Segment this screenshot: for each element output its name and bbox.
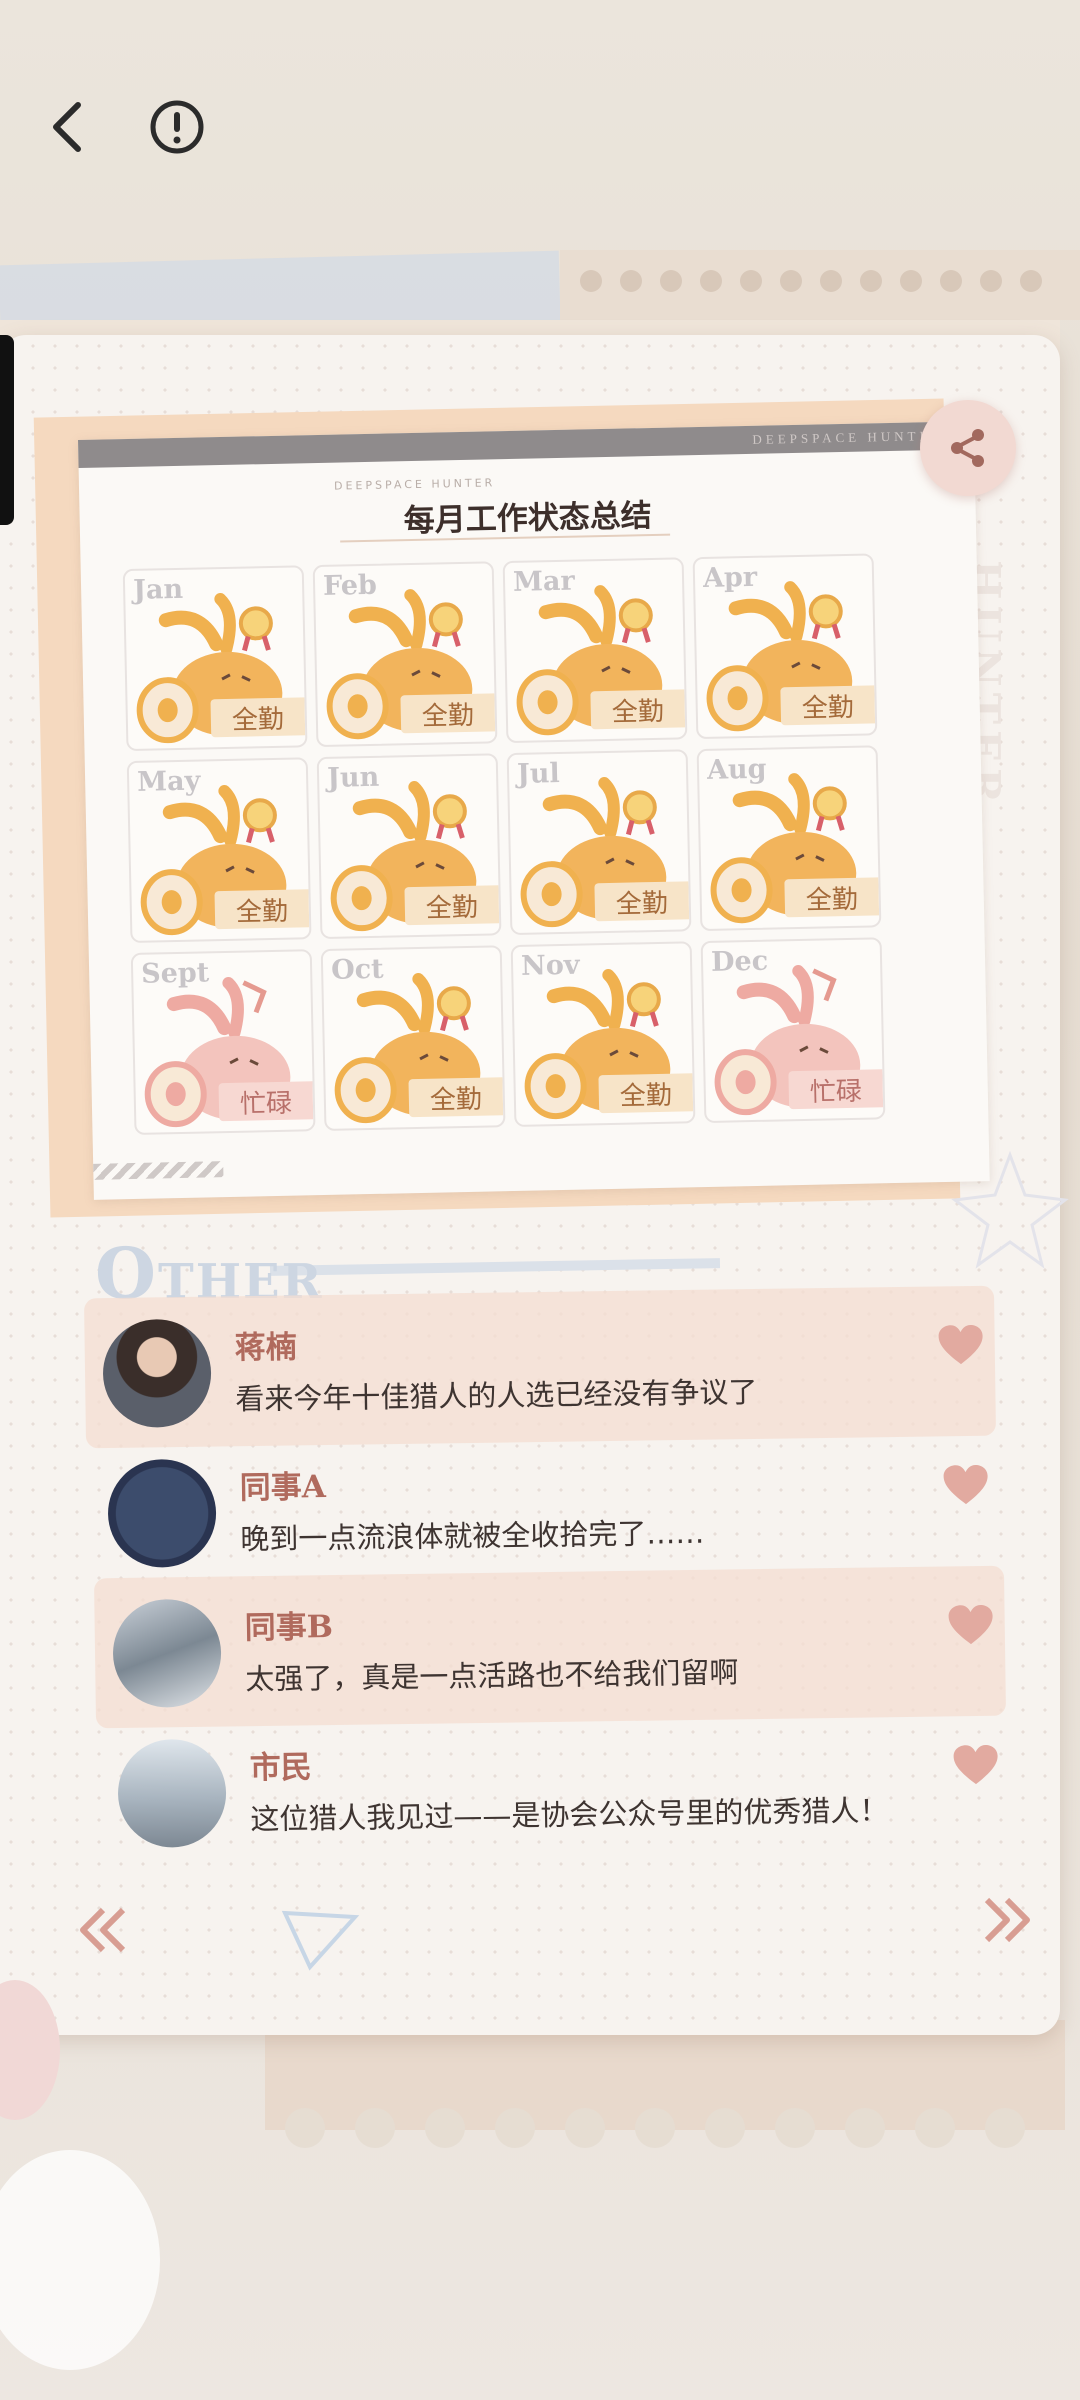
month-cell: Jul 全勤 [506,749,692,936]
month-cell: Mar 全勤 [502,557,688,744]
month-grid: Jan 全勤 Feb 全勤 Mar 全勤 Apr 全勤 May 全勤 Jun 全… [122,553,886,1135]
brand-label: DEEPSPACE HUNTER [752,427,945,447]
month-cell: Sept 忙碌 [130,949,316,1135]
full-attendance-badge: 全勤 [404,885,500,926]
prev-page-button[interactable] [70,1900,140,1960]
comment-text: 这位猎人我见过——是协会公众号里的优秀猎人！ [250,1793,889,1837]
heart-icon[interactable] [951,1744,1000,1787]
avatar[interactable] [117,1738,227,1849]
heart-icon[interactable] [936,1324,985,1367]
comment-text: 看来今年十佳猎人的人选已经没有争议了 [235,1374,758,1417]
month-cell: Nov 全勤 [510,941,696,1128]
star-decoration-icon [951,1150,1069,1269]
full-attendance-badge: 全勤 [598,1073,694,1114]
heart-icon[interactable] [941,1464,990,1507]
full-attendance-badge: 全勤 [400,693,496,734]
month-cell: Jun 全勤 [316,753,502,940]
comment-text: 晚到一点流浪体就被全收拾完了…… [240,1515,705,1557]
avatar[interactable] [107,1458,217,1569]
double-chevron-left-icon [80,1907,126,1953]
busy-badge: 忙碌 [218,1081,314,1122]
footer-stripes [93,1161,224,1180]
month-cell: Dec 忙碌 [700,937,886,1124]
info-icon [150,100,204,154]
full-attendance-badge: 全勤 [594,881,690,922]
commenter-name: 同事B [244,1609,334,1647]
next-page-button[interactable] [970,1890,1040,1950]
comment-text: 太强了，真是一点活路也不给我们留啊 [245,1655,739,1697]
back-button[interactable] [22,82,112,172]
busy-badge: 忙碌 [788,1069,884,1110]
background-perforated-paper [560,250,1080,320]
back-arrow-icon [53,102,81,152]
full-attendance-badge: 全勤 [590,689,686,730]
bottom-stamp-paper [265,2020,1065,2148]
double-chevron-right-icon [984,1897,1030,1943]
white-flower-decoration [0,2150,160,2370]
month-cell: Jan 全勤 [122,565,308,752]
month-cell: Aug 全勤 [696,745,882,932]
full-attendance-badge: 全勤 [214,889,310,930]
avatar[interactable] [102,1318,212,1429]
paper-plane-icon [281,1910,360,1971]
comment-row: 同事B 太强了，真是一点活路也不给我们留啊 [93,1565,1007,1729]
commenter-name: 蒋楠 [234,1329,297,1367]
month-cell: Apr 全勤 [692,553,878,740]
full-attendance-badge: 全勤 [408,1077,504,1118]
commenter-name: 同事A [239,1469,327,1507]
avatar[interactable] [112,1598,222,1709]
heart-icon[interactable] [946,1604,995,1647]
month-cell: Feb 全勤 [312,561,498,748]
full-attendance-badge: 全勤 [210,697,306,738]
month-cell: May 全勤 [126,757,312,944]
info-button[interactable] [132,82,222,172]
left-edge-bar [0,335,14,525]
share-button[interactable] [920,400,1016,496]
monthly-summary-card: DEEPSPACE HUNTER DEEPSPACE HUNTER 每月工作状态… [78,421,990,1200]
share-icon [951,429,984,467]
full-attendance-badge: 全勤 [784,877,880,918]
commenter-name: 市民 [249,1749,312,1787]
comment-row: 蒋楠 看来今年十佳猎人的人选已经没有争议了 [83,1285,997,1449]
comment-row: 市民 这位猎人我见过——是协会公众号里的优秀猎人！ [99,1706,1011,1869]
comment-row: 同事A 晚到一点流浪体就被全收拾完了…… [89,1426,1001,1589]
month-cell: Oct 全勤 [320,945,506,1131]
full-attendance-badge: 全勤 [780,685,876,726]
brand-sublabel: DEEPSPACE HUNTER [333,476,496,493]
